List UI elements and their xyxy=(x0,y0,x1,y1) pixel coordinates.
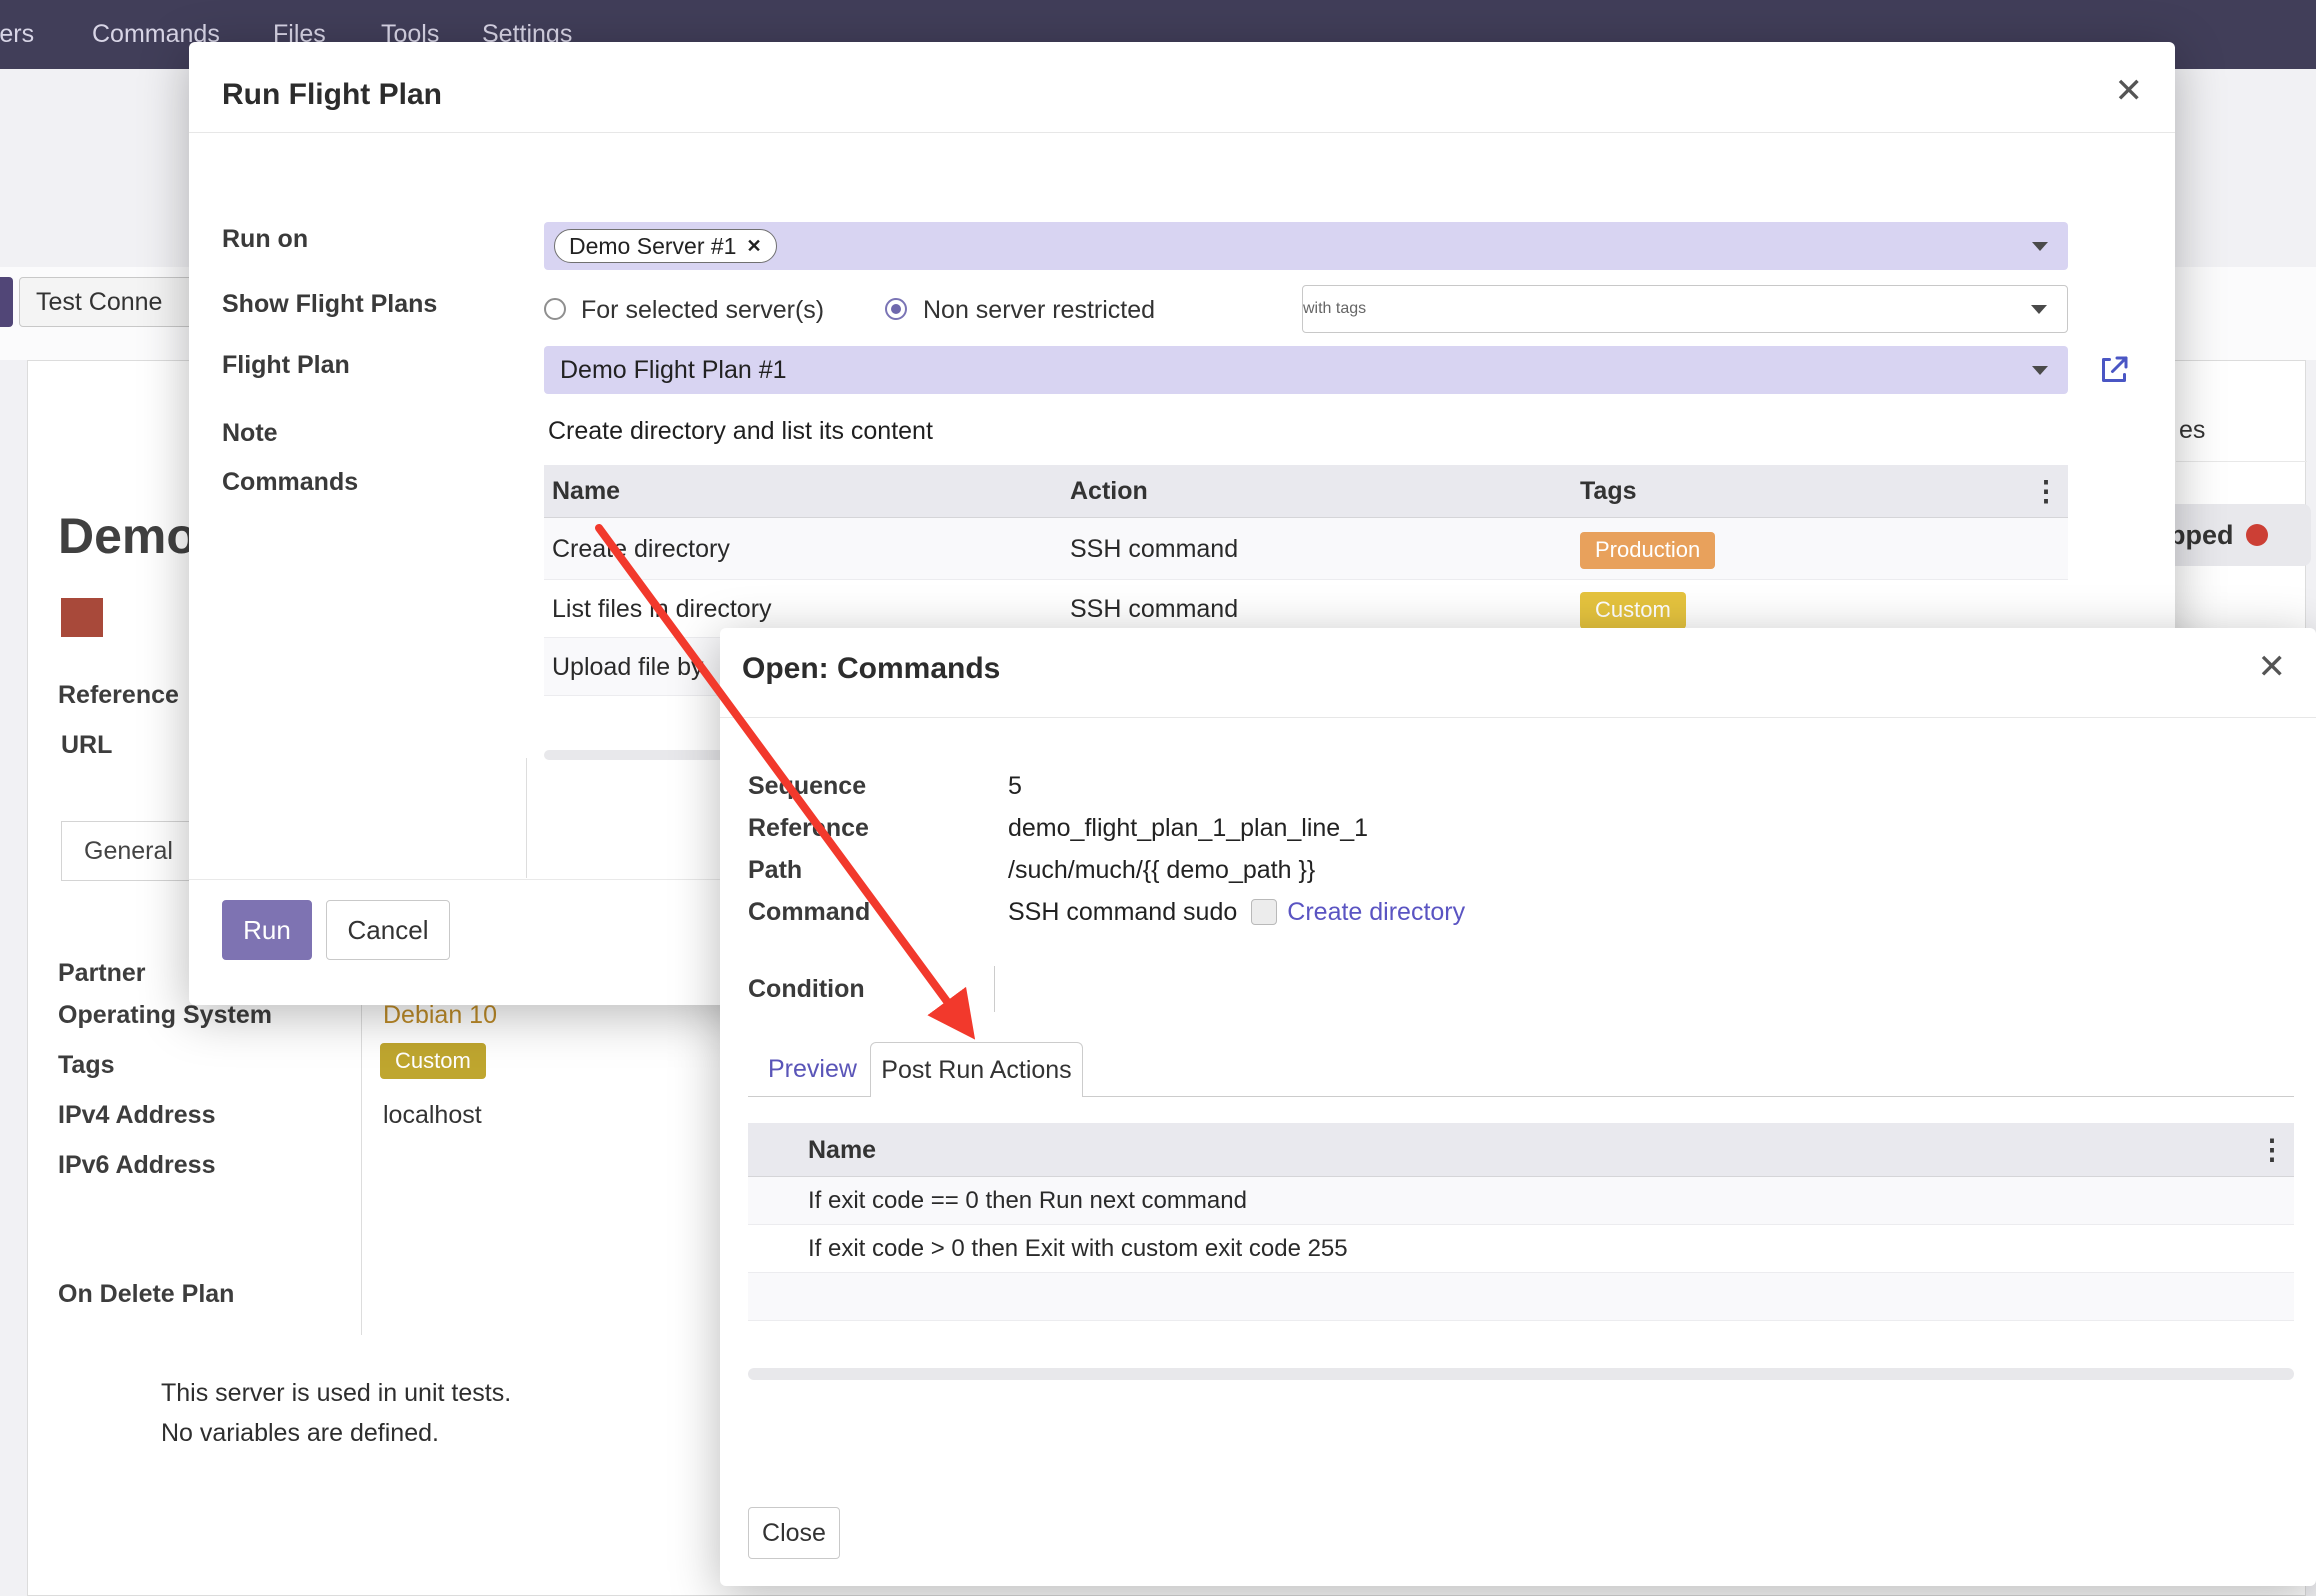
url-label: URL xyxy=(61,731,112,760)
flight-plan-value: Demo Flight Plan #1 xyxy=(544,346,2068,394)
flight-plan-label: Flight Plan xyxy=(222,351,350,380)
sequence-value: 5 xyxy=(1008,772,1022,801)
server-chip[interactable]: Demo Server #1 ✕ xyxy=(554,229,777,263)
radio-selected-servers-label[interactable]: For selected server(s) xyxy=(581,296,824,325)
horizontal-scrollbar[interactable] xyxy=(748,1368,2294,1380)
run-modal-header-divider xyxy=(189,132,2175,133)
kebab-icon[interactable] xyxy=(2032,465,2060,518)
command-text: SSH command sudo xyxy=(1008,898,1237,926)
ipv4-value: localhost xyxy=(383,1101,482,1130)
flight-plan-select[interactable]: Demo Flight Plan #1 xyxy=(544,346,2068,394)
tab-preview[interactable]: Preview xyxy=(768,1042,857,1096)
chevron-down-icon[interactable] xyxy=(2032,242,2048,251)
radio-selected-servers[interactable] xyxy=(544,298,566,320)
on-delete-plan-label: On Delete Plan xyxy=(58,1280,234,1309)
close-button[interactable]: Close xyxy=(748,1507,840,1559)
table-header-row: Name xyxy=(748,1123,2294,1177)
os-value-link[interactable]: Debian 10 xyxy=(383,1001,497,1030)
tag-badge[interactable]: Custom xyxy=(1580,592,1686,628)
cell-name[interactable]: If exit code > 0 then Exit with custom e… xyxy=(748,1225,2294,1272)
path-value: /such/much/{{ demo_path }} xyxy=(1008,856,1315,885)
server-status-badge[interactable]: pped xyxy=(2151,504,2311,566)
run-modal-title: Run Flight Plan xyxy=(222,78,442,112)
show-flight-plans-label: Show Flight Plans xyxy=(222,290,437,319)
command-checkbox[interactable] xyxy=(1251,899,1277,925)
run-on-field[interactable]: Demo Server #1 ✕ xyxy=(544,222,2068,270)
server-tag-badge[interactable]: Custom xyxy=(380,1043,486,1079)
command-label: Command xyxy=(748,898,870,927)
cell-name[interactable]: Create directory xyxy=(544,518,1062,579)
note-value: Create directory and list its content xyxy=(548,417,933,446)
kebab-icon[interactable] xyxy=(2258,1123,2286,1177)
condition-label: Condition xyxy=(748,975,865,1004)
external-link-icon[interactable] xyxy=(2096,352,2132,388)
table-row[interactable]: Create directory SSH command Production xyxy=(544,518,2068,580)
unit-test-note-line2: No variables are defined. xyxy=(161,1419,439,1448)
unit-test-note-line1: This server is used in unit tests. xyxy=(161,1379,511,1408)
color-swatch[interactable] xyxy=(61,598,103,637)
with-tags-placeholder: with tags xyxy=(1303,286,2067,332)
note-label: Note xyxy=(222,419,278,448)
tab-post-run-actions[interactable]: Post Run Actions xyxy=(870,1042,1083,1097)
commands-modal-title: Open: Commands xyxy=(742,652,1000,686)
menu-servers[interactable]: Servers xyxy=(0,20,34,49)
server-chip-label: Demo Server #1 xyxy=(569,233,736,260)
chip-remove-icon[interactable]: ✕ xyxy=(746,236,761,257)
with-tags-select[interactable]: with tags xyxy=(1302,285,2068,333)
ipv6-label: IPv6 Address xyxy=(58,1151,215,1180)
pane-divider xyxy=(526,758,527,878)
form-column-divider xyxy=(361,955,362,1335)
right-header-text-fragment: es xyxy=(2179,416,2205,445)
right-header-divider xyxy=(2176,461,2307,462)
tags-label: Tags xyxy=(58,1051,115,1080)
reference-value: demo_flight_plan_1_plan_line_1 xyxy=(1008,814,1368,843)
col-header-name[interactable]: Name xyxy=(748,1123,2294,1176)
post-run-actions-table: Name If exit code == 0 then Run next com… xyxy=(748,1123,2294,1321)
commands-modal-close-icon[interactable]: ✕ xyxy=(2258,650,2287,684)
chevron-down-icon[interactable] xyxy=(2031,305,2047,314)
reference-label: Reference xyxy=(58,681,179,710)
commands-modal-header-divider xyxy=(720,717,2316,718)
partner-label: Partner xyxy=(58,959,146,988)
status-label-fragment: pped xyxy=(2169,520,2234,551)
reference-label: Reference xyxy=(748,814,869,843)
cancel-button[interactable]: Cancel xyxy=(326,900,450,960)
run-button[interactable]: Run xyxy=(222,900,312,960)
sequence-label: Sequence xyxy=(748,772,866,801)
commands-label: Commands xyxy=(222,468,358,497)
primary-button-fragment[interactable] xyxy=(0,277,13,327)
table-row[interactable]: If exit code == 0 then Run next command xyxy=(748,1177,2294,1225)
chevron-down-icon[interactable] xyxy=(2032,366,2048,375)
empty-table-row xyxy=(748,1273,2294,1321)
condition-field-divider xyxy=(994,966,995,1012)
table-row[interactable]: If exit code > 0 then Exit with custom e… xyxy=(748,1225,2294,1273)
path-label: Path xyxy=(748,856,802,885)
ipv4-label: IPv4 Address xyxy=(58,1101,215,1130)
status-stopped-icon xyxy=(2246,524,2268,546)
col-header-name[interactable]: Name xyxy=(544,465,1062,517)
tab-general[interactable]: General xyxy=(61,821,193,881)
cell-name[interactable]: If exit code == 0 then Run next command xyxy=(748,1177,2294,1224)
col-header-tags[interactable]: Tags xyxy=(1572,465,2068,517)
radio-non-server-restricted-label[interactable]: Non server restricted xyxy=(923,296,1155,325)
test-connection-button[interactable]: Test Conne xyxy=(19,277,199,327)
server-heading: Demo xyxy=(58,507,197,565)
radio-non-server-restricted[interactable] xyxy=(885,298,907,320)
run-modal-close-icon[interactable]: ✕ xyxy=(2115,74,2144,108)
open-commands-modal: Open: Commands ✕ Sequence 5 Reference de… xyxy=(720,628,2316,1586)
run-on-label: Run on xyxy=(222,225,308,254)
col-header-action[interactable]: Action xyxy=(1062,465,1572,517)
tag-badge[interactable]: Production xyxy=(1580,532,1715,568)
command-value: SSH command sudo Create directory xyxy=(1008,898,1465,927)
os-label: Operating System xyxy=(58,1001,272,1030)
table-header-row: Name Action Tags xyxy=(544,465,2068,518)
screen: Servers Commands Files Tools Settings Te… xyxy=(0,0,2316,1596)
cell-action[interactable]: SSH command xyxy=(1062,518,1572,579)
command-link[interactable]: Create directory xyxy=(1287,898,1465,926)
